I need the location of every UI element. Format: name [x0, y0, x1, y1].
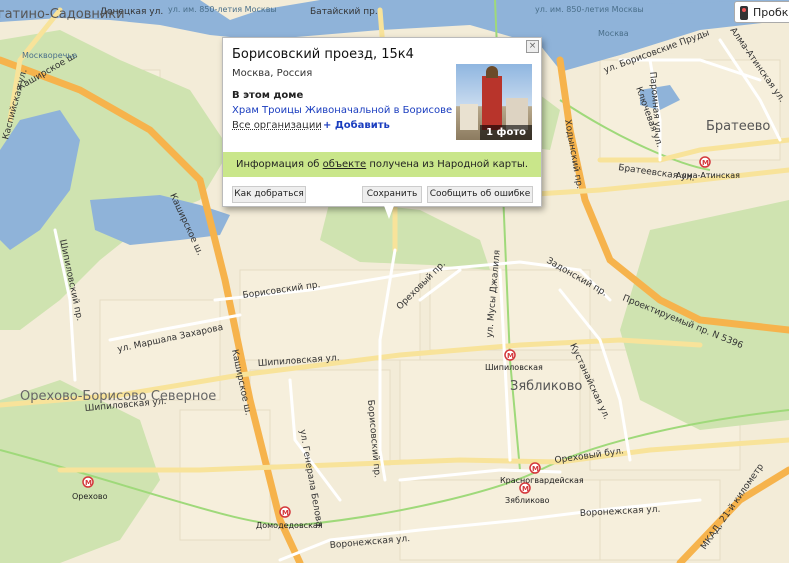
metro-label: Шипиловская: [485, 363, 543, 372]
metro-label: Алма-Атинская: [676, 171, 740, 180]
svg-text:М: М: [507, 352, 514, 360]
district-label: Нагатино-Садовники: [0, 7, 125, 22]
small-label: Москворечье: [22, 51, 77, 60]
save-button[interactable]: Сохранить: [362, 186, 422, 203]
building-photo[interactable]: 1 фото: [456, 64, 532, 140]
road-label: Батайский пр.: [310, 7, 378, 17]
photo-church-dome: [486, 66, 498, 78]
organization-link[interactable]: Храм Троицы Живоначальной в Борисове: [232, 105, 452, 116]
balloon-pointer: [383, 203, 395, 219]
section-heading: В этом доме: [232, 90, 304, 101]
small-label: ул. им. 850-летия Москвы: [168, 5, 277, 14]
report-error-button[interactable]: Сообщить об ошибке: [427, 186, 533, 203]
svg-text:М: М: [85, 479, 92, 487]
district-label: Орехово-Борисово Северное: [20, 389, 216, 404]
info-object-link[interactable]: объекте: [323, 159, 367, 170]
info-prefix: Информация об: [235, 159, 323, 170]
address-balloon: × Борисовский проезд, 15к4 Москва, Росси…: [222, 37, 542, 207]
svg-text:М: М: [532, 465, 539, 473]
traffic-button[interactable]: Пробки: [734, 1, 789, 23]
district-label: Братеево: [706, 119, 770, 134]
svg-text:М: М: [702, 159, 709, 167]
balloon-subtitle: Москва, Россия: [232, 68, 313, 79]
add-organization-link[interactable]: + Добавить: [323, 120, 390, 131]
district-label: Зябликово: [510, 379, 582, 394]
info-bar: Информация об объекте получена из Народн…: [223, 152, 541, 177]
balloon-title: Борисовский проезд, 15к4: [232, 47, 414, 62]
metro-label: Орехово: [72, 492, 108, 501]
all-organizations-link[interactable]: Все организации: [232, 120, 322, 131]
route-button[interactable]: Как добраться: [232, 186, 306, 203]
metro-label: Зябликово: [505, 496, 550, 505]
photo-count: 1 фото: [480, 125, 532, 140]
small-label: ул. им. 850-летия Москвы: [535, 5, 644, 14]
svg-text:М: М: [282, 509, 289, 517]
traffic-button-label: Пробки: [753, 6, 789, 19]
small-label: Москва: [598, 29, 629, 38]
traffic-light-icon: [740, 6, 748, 20]
metro-label: Красногвардейская: [500, 476, 584, 485]
close-icon[interactable]: ×: [526, 40, 539, 53]
photo-house: [460, 104, 478, 130]
photo-church-tower: [482, 76, 502, 130]
svg-text:М: М: [522, 485, 529, 493]
info-suffix: получена из Народной карты.: [366, 159, 529, 170]
metro-label: Домодедовская: [256, 521, 323, 530]
